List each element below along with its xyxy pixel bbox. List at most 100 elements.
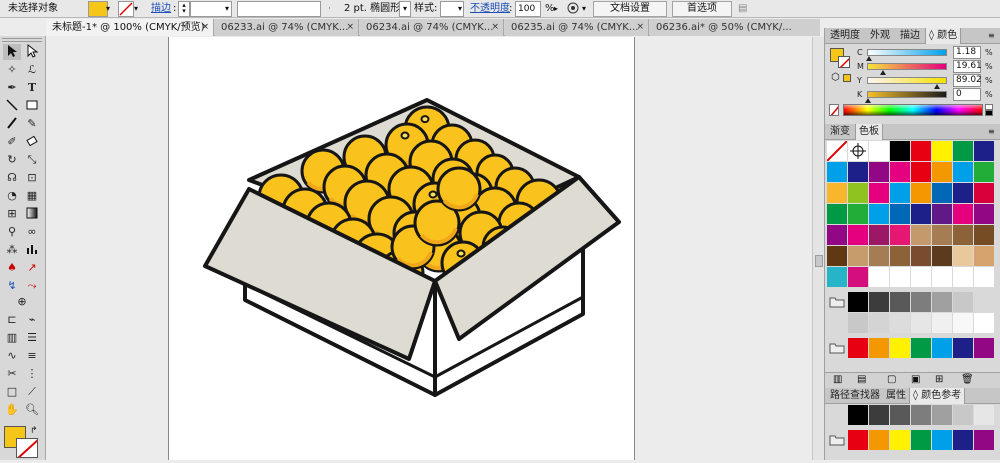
none-swatch[interactable] <box>827 141 848 162</box>
vertical-scrollbar[interactable] <box>812 37 824 460</box>
tab-appearance[interactable]: 外观 <box>867 28 893 44</box>
color-swatch[interactable] <box>869 338 890 359</box>
color-swatch[interactable] <box>932 183 953 204</box>
shape-builder-icon[interactable]: ◔ <box>3 188 21 204</box>
line-segment-icon[interactable] <box>3 98 21 114</box>
color-group-folder-icon[interactable] <box>827 430 848 451</box>
black-value-input[interactable]: 0 <box>953 88 981 101</box>
black-slider-track[interactable] <box>865 91 947 103</box>
gamut-swatch[interactable] <box>843 74 851 82</box>
zoom-tool-icon[interactable]: 🔍︎ <box>23 402 41 418</box>
color-swatch[interactable] <box>890 313 911 334</box>
pencil-icon[interactable]: ✎ <box>23 116 41 132</box>
reshape-tool-icon[interactable]: ⤳ <box>23 278 41 294</box>
live-paint-selection-icon[interactable]: ↗ <box>23 260 41 276</box>
magenta-value-input[interactable]: 19.61 <box>953 60 982 73</box>
color-swatch[interactable] <box>890 141 911 162</box>
color-swatch[interactable] <box>974 313 995 334</box>
color-swatch[interactable] <box>953 292 974 313</box>
color-swatch[interactable] <box>932 338 953 359</box>
selection-tool-icon[interactable] <box>3 44 21 60</box>
color-swatch[interactable] <box>890 204 911 225</box>
color-swatch[interactable] <box>953 141 974 162</box>
color-swatch[interactable] <box>953 204 974 225</box>
rectangle-tool-icon[interactable] <box>23 98 41 114</box>
cyan-value-input[interactable]: 1.18 <box>953 46 981 59</box>
slider-thumb[interactable] <box>865 56 872 61</box>
panel-menu-icon[interactable]: ≡ <box>985 28 998 44</box>
color-swatch[interactable] <box>827 204 848 225</box>
stroke-link[interactable]: 描边 <box>151 1 171 17</box>
artboard[interactable] <box>168 37 635 460</box>
color-spectrum-bar[interactable] <box>843 104 983 116</box>
close-icon[interactable]: × <box>201 19 209 36</box>
hand-tool-icon[interactable]: ✋ <box>3 402 21 418</box>
black-button[interactable] <box>985 110 993 116</box>
color-swatch[interactable] <box>848 204 869 225</box>
magenta-slider-track[interactable] <box>867 63 947 75</box>
graph-line-icon[interactable]: ∿ <box>3 348 21 364</box>
tab-untitled-1[interactable]: 未标题-1* @ 100% (CMYK/预览) × <box>46 19 214 36</box>
close-icon[interactable]: × <box>491 19 499 36</box>
color-swatch[interactable] <box>869 204 890 225</box>
fill-dropdown-chevron-icon[interactable]: ▾ <box>106 1 110 17</box>
color-swatch[interactable] <box>953 183 974 204</box>
width-tool-icon[interactable]: ↯ <box>3 278 21 294</box>
color-swatch[interactable] <box>953 338 974 359</box>
color-swatch[interactable] <box>890 183 911 204</box>
color-swatch[interactable] <box>869 246 890 267</box>
opacity-link[interactable]: 不透明度 <box>470 1 510 17</box>
color-swatch[interactable] <box>911 313 932 334</box>
slider-thumb[interactable] <box>865 98 871 103</box>
warp-tool-icon[interactable]: ☊ <box>3 170 21 186</box>
panel-menu-icon[interactable]: ≡ <box>985 124 998 140</box>
color-swatch[interactable] <box>932 225 953 246</box>
color-swatch[interactable] <box>869 162 890 183</box>
yellow-value-input[interactable]: 89.02 <box>953 74 982 87</box>
gradient-tool-icon[interactable] <box>23 206 41 222</box>
color-swatch[interactable] <box>932 204 953 225</box>
color-swatch[interactable] <box>953 430 974 451</box>
knife-tool-icon[interactable]: ✂ <box>3 366 21 382</box>
color-swatch[interactable] <box>827 267 848 288</box>
color-swatch[interactable] <box>848 183 869 204</box>
new-color-group-icon[interactable]: ▣ <box>911 374 920 385</box>
color-swatch[interactable] <box>932 430 953 451</box>
swap-fill-stroke-icon[interactable]: ↱ <box>30 426 38 436</box>
tab-color-guide[interactable]: ◊ 颜色参考 <box>909 388 966 404</box>
color-swatch[interactable] <box>869 292 890 313</box>
tab-06234[interactable]: 06234.ai @ 74% (CMYK... × <box>360 19 504 36</box>
tab-06235[interactable]: 06235.ai @ 74% (CMYK... × <box>505 19 649 36</box>
color-swatch[interactable] <box>848 430 869 451</box>
color-swatch[interactable] <box>911 267 932 288</box>
color-swatch[interactable] <box>974 204 995 225</box>
color-swatch[interactable] <box>911 292 932 313</box>
variable-width-profile-dropdown[interactable] <box>237 1 321 17</box>
color-swatch[interactable] <box>932 246 953 267</box>
color-swatch[interactable] <box>911 162 932 183</box>
tab-color[interactable]: ◊ 颜色 <box>925 28 962 44</box>
color-swatch[interactable] <box>911 183 932 204</box>
tab-stroke[interactable]: 描边 <box>897 28 923 44</box>
color-swatch[interactable] <box>911 246 932 267</box>
rotate-tool-icon[interactable]: ↻ <box>3 152 21 168</box>
measure-tool-icon[interactable]: ⟋ <box>23 384 41 400</box>
scissors-icon[interactable]: ⋮ <box>23 366 41 382</box>
graphic-style-swatch[interactable]: ▾ <box>440 1 464 17</box>
recolor-artwork-icon[interactable] <box>566 1 580 17</box>
brush-dropdown-chevron-icon[interactable]: ▾ <box>399 1 411 17</box>
color-swatch[interactable] <box>827 183 848 204</box>
tab-06236[interactable]: 06236.ai* @ 50% (CMYK/... <box>650 19 820 36</box>
registration-swatch[interactable] <box>848 141 869 162</box>
eraser-icon[interactable] <box>23 134 41 150</box>
scrollbar-thumb[interactable] <box>815 255 823 267</box>
tab-pathfinder[interactable]: 路径查找器 <box>827 388 883 404</box>
color-swatch[interactable] <box>974 141 995 162</box>
color-swatch[interactable] <box>932 162 953 183</box>
column-graph-icon[interactable] <box>23 242 41 258</box>
color-swatch[interactable] <box>848 246 869 267</box>
stroke-dropdown-chevron-icon[interactable]: ▾ <box>134 1 138 17</box>
color-swatch[interactable] <box>932 313 953 334</box>
color-swatch[interactable] <box>848 292 869 313</box>
slider-thumb[interactable] <box>880 70 887 75</box>
